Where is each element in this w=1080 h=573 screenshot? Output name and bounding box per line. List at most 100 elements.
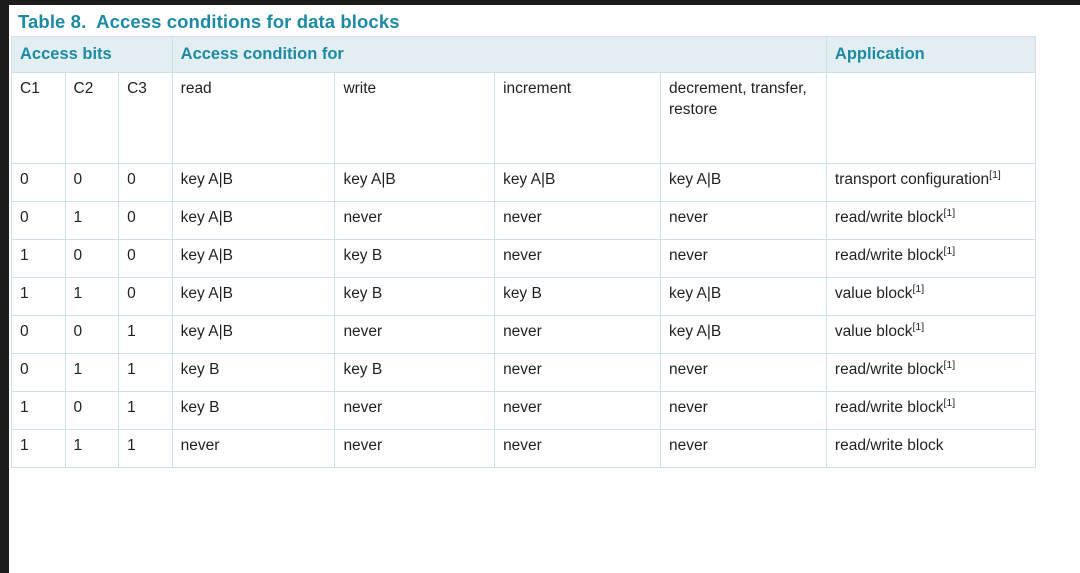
cell-decrement: key A|B [659, 315, 827, 355]
cell-c3: 1 [118, 353, 173, 393]
table-body: 0 0 0 key A|B key A|B key A|B key A|B transport… [11, 163, 1037, 469]
cell-c1: 0 [11, 315, 66, 355]
application-label: read/write block [834, 247, 944, 265]
table-row: 0 1 0 key A|B never never never read/write bloc… [11, 201, 1037, 241]
cell-c1: 0 [11, 201, 66, 241]
application-label: transport configuration [834, 171, 990, 189]
table-row: 0 0 1 key A|B never never key A|B value block[1… [11, 315, 1037, 355]
cell-c2: 0 [64, 239, 120, 279]
cell-decrement: never [659, 239, 827, 279]
column-header-decrement-transfer-restore: decrement, transfer, restore [659, 72, 827, 165]
cell-c3: 0 [118, 201, 173, 241]
table-row: 0 1 1 key Bkey Bnever never read/write block[… [11, 353, 1037, 393]
cell-c3: 0 [118, 239, 173, 279]
cell-c2: 1 [64, 353, 120, 393]
document-sheet: Table 8. Access conditions for data bloc… [9, 5, 1080, 573]
group-header-access-condition-for: Access condition for [171, 35, 827, 74]
cell-c3: 0 [118, 163, 173, 203]
cell-c1: 1 [11, 429, 66, 469]
cell-application: read/write block[1] [825, 201, 1037, 241]
cell-increment: never [494, 201, 661, 241]
column-header-increment: increment [494, 72, 661, 165]
cell-increment: never [494, 391, 661, 431]
table-row: 1 0 1 key Bnever never never read/write block[… [11, 391, 1037, 431]
column-header-write: write [334, 72, 496, 165]
cell-decrement: key A|B [659, 163, 827, 203]
column-header-c3: C3 [118, 72, 173, 165]
table-caption: Table 8. Access conditions for data bloc… [18, 11, 400, 32]
cell-c3: 1 [118, 429, 173, 469]
cell-write: never [334, 315, 496, 355]
cell-decrement: never [659, 201, 827, 241]
application-label: read/write block [834, 209, 944, 227]
footnote-marker: [1] [989, 169, 1001, 182]
cell-application: transport configuration[1] [825, 163, 1037, 203]
cell-decrement: never [659, 429, 827, 469]
footnote-marker: [1] [912, 283, 925, 296]
cell-read: key A|B [171, 277, 336, 317]
cell-write: key B [334, 277, 496, 317]
column-header-application-blank [825, 72, 1037, 165]
column-header-c1: C1 [11, 72, 66, 165]
cell-read: key A|B [171, 163, 336, 203]
cell-increment: key B [494, 277, 661, 317]
cell-application: value block[1] [825, 315, 1037, 355]
footnote-marker: [1] [943, 207, 956, 220]
cell-c3: 1 [118, 391, 173, 431]
footnote-marker: [1] [943, 359, 956, 372]
cell-write: never [334, 429, 496, 469]
group-header-access-bits: Access bits [11, 35, 173, 74]
application-label: value block [834, 323, 913, 341]
cell-c1: 0 [11, 163, 66, 203]
cell-decrement: never [659, 391, 827, 431]
cell-increment: never [494, 429, 661, 469]
cell-decrement: never [659, 353, 827, 393]
cell-read: never [171, 429, 336, 469]
application-label: read/write block [834, 361, 944, 379]
cell-c1: 1 [11, 391, 66, 431]
cell-increment: never [494, 353, 661, 393]
table-row: 1 0 0 key A|B key Bnever never read/write bloc… [11, 239, 1037, 279]
application-label: read/write block [834, 399, 944, 417]
footnote-marker: [1] [943, 245, 956, 258]
table-row: 0 0 0 key A|B key A|B key A|B key A|B transport… [11, 163, 1037, 203]
table-head: Access bits Access condition for Applica… [11, 35, 1037, 165]
cell-application: read/write block [825, 429, 1037, 469]
application-label: read/write block [834, 437, 944, 455]
cell-increment: key A|B [494, 163, 661, 203]
cell-application: value block[1] [825, 277, 1037, 317]
column-header-c2: C2 [64, 72, 120, 165]
cell-c3: 0 [118, 277, 173, 317]
cell-c1: 1 [11, 239, 66, 279]
column-header-read: read [171, 72, 336, 165]
cell-increment: never [494, 315, 661, 355]
cell-write: key A|B [334, 163, 496, 203]
cell-c2: 0 [64, 163, 120, 203]
cell-c2: 1 [64, 429, 120, 469]
cell-c2: 1 [64, 277, 120, 317]
cell-application: read/write block[1] [825, 239, 1037, 279]
table-row: 1 1 1 never never never never read/write block [11, 429, 1037, 469]
footnote-marker: [1] [943, 397, 956, 410]
cell-read: key B [171, 353, 336, 393]
cell-write: never [334, 391, 496, 431]
cell-c2: 1 [64, 201, 120, 241]
cell-c3: 1 [118, 315, 173, 355]
cell-read: key B [171, 391, 336, 431]
cell-read: key A|B [171, 315, 336, 355]
cell-read: key A|B [171, 239, 336, 279]
cell-application: read/write block[1] [825, 391, 1037, 431]
page-edge-left [0, 0, 9, 573]
table-row: 1 1 0 key A|B key Bkey Bkey A|B value block[1… [11, 277, 1037, 317]
table-group-header-row: Access bits Access condition for Applica… [11, 35, 1037, 74]
cell-c1: 0 [11, 353, 66, 393]
cell-increment: never [494, 239, 661, 279]
application-label: value block [834, 285, 913, 303]
table-column-header-row: C1 C2 C3 read write increment decrement,… [11, 72, 1037, 165]
cell-read: key A|B [171, 201, 336, 241]
cell-write: never [334, 201, 496, 241]
footnote-marker: [1] [912, 321, 925, 334]
cell-write: key B [334, 239, 496, 279]
access-conditions-table: Access bits Access condition for Applica… [11, 35, 1037, 469]
cell-c1: 1 [11, 277, 66, 317]
